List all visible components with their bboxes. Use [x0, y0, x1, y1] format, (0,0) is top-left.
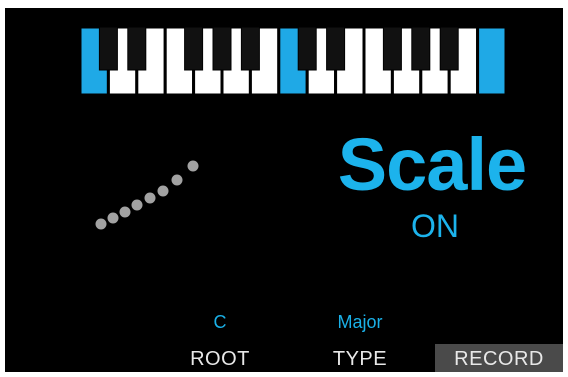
mode-status: ON — [411, 208, 459, 244]
arp-dot — [157, 185, 169, 197]
type-button[interactable]: TYPE — [310, 344, 410, 372]
arp-dot — [171, 174, 183, 186]
record-button[interactable]: RECORD — [435, 344, 563, 372]
arp-dot — [107, 212, 119, 224]
root-button[interactable]: ROOT — [170, 344, 270, 372]
arp-dot — [187, 160, 199, 172]
arp-dot — [119, 206, 131, 218]
arp-dot — [131, 199, 143, 211]
root-value: C — [213, 312, 227, 332]
arp-dot — [144, 192, 156, 204]
instrument-screen: Scale ON C Major ROOT TYPE RECORD — [5, 8, 563, 372]
mode-title: Scale — [337, 123, 527, 206]
arp-dot — [95, 218, 107, 230]
type-value: Major — [337, 312, 383, 332]
